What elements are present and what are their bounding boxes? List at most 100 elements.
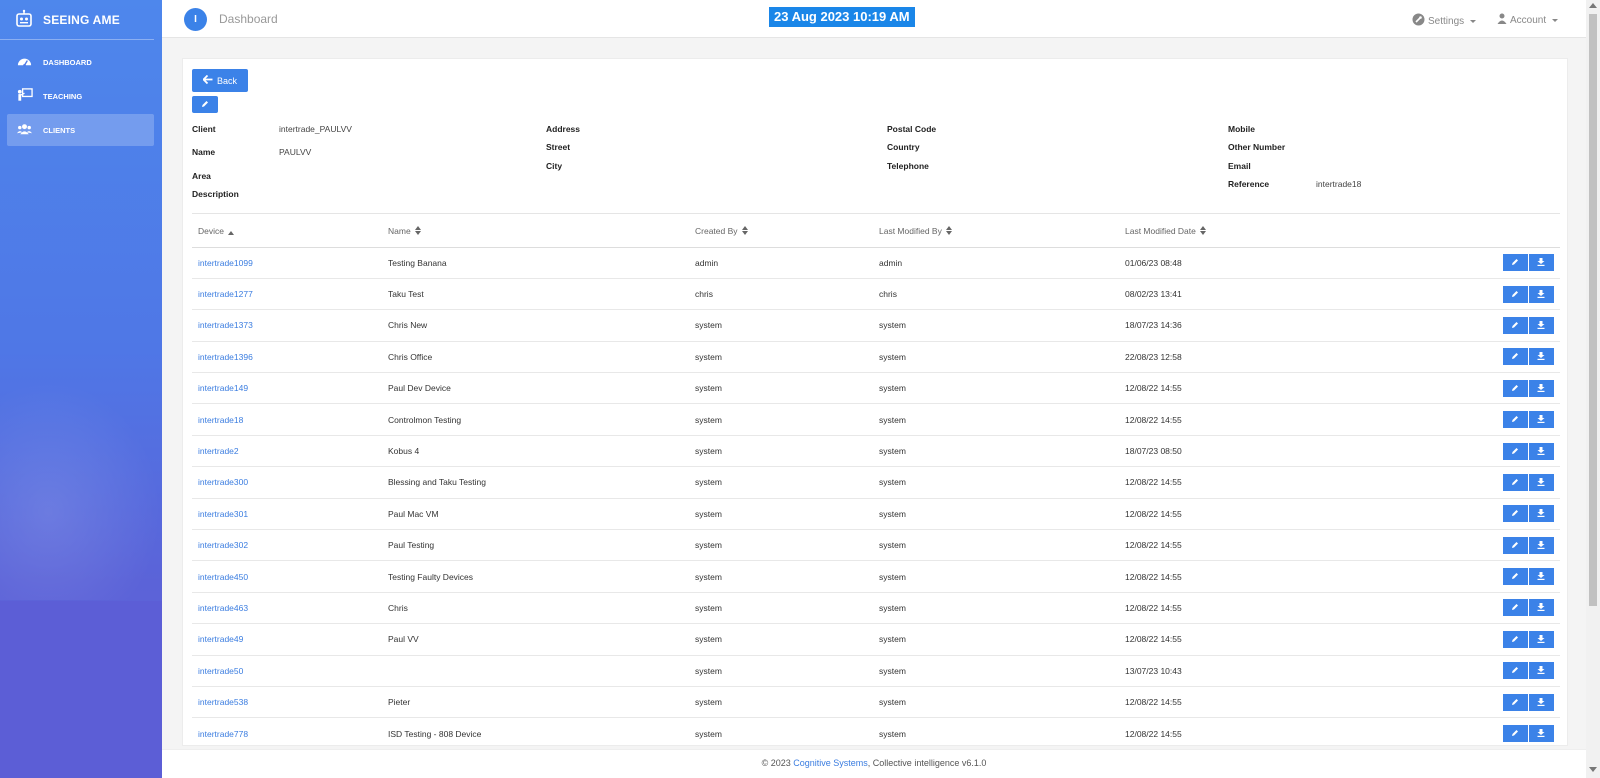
created-by-cell: admin	[689, 247, 873, 279]
device-link[interactable]: intertrade1099	[192, 247, 382, 279]
edit-device-button[interactable]	[1503, 348, 1528, 366]
header-label: Name	[388, 226, 411, 237]
column-header-device[interactable]: Device	[192, 217, 382, 248]
download-device-button[interactable]	[1529, 316, 1554, 334]
table-row: intertrade300 Blessing and Taku Testing sy…	[192, 466, 1560, 499]
edit-device-button[interactable]	[1503, 725, 1528, 743]
device-link[interactable]: intertrade1396	[192, 341, 382, 374]
sort-icon	[945, 226, 952, 237]
table-row: intertrade450 Testing Faulty Devices syste…	[192, 560, 1560, 593]
street-label: Street	[546, 142, 571, 152]
download-icon	[1537, 352, 1545, 361]
edit-device-button[interactable]	[1503, 662, 1528, 680]
download-icon	[1537, 446, 1545, 455]
device-name-cell: Paul Mac VM	[382, 498, 689, 531]
settings-menu[interactable]: Settings	[1412, 13, 1477, 29]
vertical-scrollbar[interactable]	[1586, 0, 1600, 778]
column-header-last-modified-date[interactable]: Last Modified Date	[1119, 217, 1379, 248]
device-link[interactable]: intertrade463	[192, 592, 382, 625]
footer: © 2023 Cognitive Systems, Collective int…	[162, 749, 1586, 778]
sidebar-item-dashboard[interactable]: DASHBOARD	[7, 46, 154, 78]
edit-device-button[interactable]	[1503, 411, 1528, 429]
row-actions	[1379, 592, 1560, 625]
pencil-icon	[1512, 573, 1518, 580]
download-icon	[1537, 540, 1545, 549]
download-device-button[interactable]	[1529, 473, 1554, 491]
device-link[interactable]: intertrade49	[192, 623, 382, 656]
modified-date-cell: 18/07/23 14:36	[1119, 309, 1379, 342]
download-device-button[interactable]	[1529, 348, 1554, 366]
download-device-button[interactable]	[1529, 254, 1554, 272]
download-device-button[interactable]	[1529, 630, 1554, 648]
sidebar-cloud-decoration	[0, 380, 162, 600]
device-link[interactable]: intertrade2	[192, 435, 382, 468]
download-device-button[interactable]	[1529, 379, 1554, 397]
download-device-button[interactable]	[1529, 505, 1554, 523]
device-link[interactable]: intertrade450	[192, 560, 382, 593]
row-actions	[1379, 466, 1560, 499]
created-by-cell: chris	[689, 278, 873, 311]
download-device-button[interactable]	[1529, 536, 1554, 554]
edit-device-button[interactable]	[1503, 599, 1528, 617]
edit-device-button[interactable]	[1503, 379, 1528, 397]
device-name-cell: Taku Test	[382, 278, 689, 311]
device-link[interactable]: intertrade1277	[192, 278, 382, 311]
scroll-down-arrow-icon[interactable]	[1589, 767, 1597, 772]
caret-down-icon	[1552, 18, 1559, 22]
device-link[interactable]: intertrade302	[192, 529, 382, 562]
scrollbar-thumb[interactable]	[1589, 14, 1597, 606]
device-link[interactable]: intertrade149	[192, 372, 382, 405]
device-link[interactable]: intertrade1373	[192, 309, 382, 342]
edit-device-button[interactable]	[1503, 442, 1528, 460]
created-by-cell: system	[689, 592, 873, 625]
device-name-cell: Paul VV	[382, 623, 689, 656]
account-menu[interactable]: Account	[1497, 13, 1559, 27]
device-link[interactable]: intertrade301	[192, 498, 382, 531]
sidebar-item-label: TEACHING	[43, 91, 83, 101]
column-header-created-by[interactable]: Created By	[689, 217, 873, 248]
column-header-name[interactable]: Name	[382, 217, 689, 248]
row-actions	[1379, 435, 1560, 468]
pencil-icon	[1512, 635, 1518, 642]
device-link[interactable]: intertrade18	[192, 403, 382, 436]
table-row: intertrade1396 Chris Office system system 22…	[192, 341, 1560, 374]
table-row: intertrade301 Paul Mac VM system system 12/0…	[192, 498, 1560, 531]
download-device-button[interactable]	[1529, 662, 1554, 680]
edit-device-button[interactable]	[1503, 568, 1528, 586]
created-by-cell: system	[689, 435, 873, 468]
sidebar-item-clients[interactable]: CLIENTS	[7, 114, 154, 146]
edit-device-button[interactable]	[1503, 505, 1528, 523]
edit-device-button[interactable]	[1503, 254, 1528, 272]
device-name-cell: Chris Office	[382, 341, 689, 374]
back-button[interactable]: Back	[192, 69, 248, 92]
device-link[interactable]: intertrade50	[192, 655, 382, 687]
edit-client-button[interactable]	[192, 96, 218, 113]
pencil-icon	[1512, 353, 1518, 360]
download-device-button[interactable]	[1529, 285, 1554, 303]
scroll-up-arrow-icon[interactable]	[1589, 3, 1597, 8]
edit-device-button[interactable]	[1503, 316, 1528, 334]
download-device-button[interactable]	[1529, 568, 1554, 586]
modified-date-cell: 01/06/23 08:48	[1119, 247, 1379, 279]
download-device-button[interactable]	[1529, 693, 1554, 711]
edit-device-button[interactable]	[1503, 473, 1528, 491]
edit-device-button[interactable]	[1503, 285, 1528, 303]
row-actions	[1379, 717, 1560, 745]
download-device-button[interactable]	[1529, 442, 1554, 460]
download-device-button[interactable]	[1529, 599, 1554, 617]
sidebar-toggle-button[interactable]: I	[184, 8, 207, 31]
edit-device-button[interactable]	[1503, 693, 1528, 711]
row-actions	[1379, 309, 1560, 342]
device-link[interactable]: intertrade538	[192, 686, 382, 719]
download-device-button[interactable]	[1529, 725, 1554, 743]
edit-device-button[interactable]	[1503, 630, 1528, 648]
brand[interactable]: SEEING AME	[0, 0, 154, 40]
created-by-cell: system	[689, 686, 873, 719]
footer-company-link[interactable]: Cognitive Systems	[793, 758, 868, 768]
edit-device-button[interactable]	[1503, 536, 1528, 554]
sidebar-item-teaching[interactable]: TEACHING	[7, 80, 154, 112]
column-header-last-modified-by[interactable]: Last Modified By	[873, 217, 1119, 248]
device-link[interactable]: intertrade778	[192, 717, 382, 745]
device-link[interactable]: intertrade300	[192, 466, 382, 499]
download-device-button[interactable]	[1529, 411, 1554, 429]
